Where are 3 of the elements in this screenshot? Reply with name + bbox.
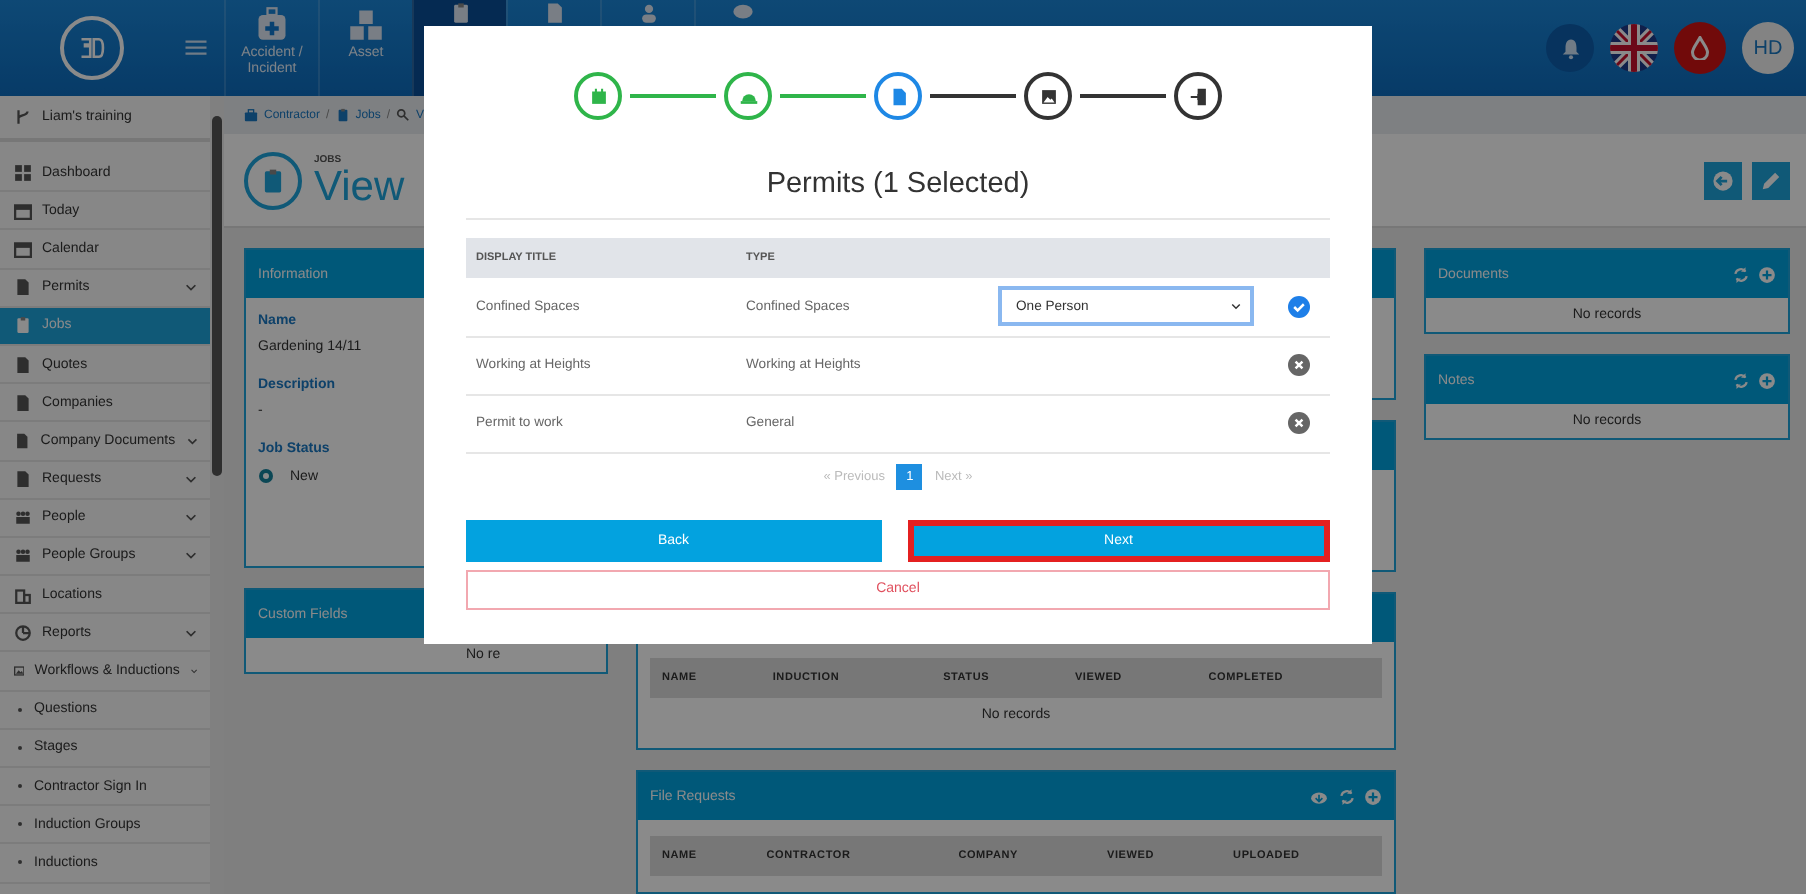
modal-title: Permits (1 Selected) xyxy=(764,168,1032,200)
user-avatar[interactable]: HD xyxy=(1742,22,1794,74)
page-title: View xyxy=(314,165,405,207)
